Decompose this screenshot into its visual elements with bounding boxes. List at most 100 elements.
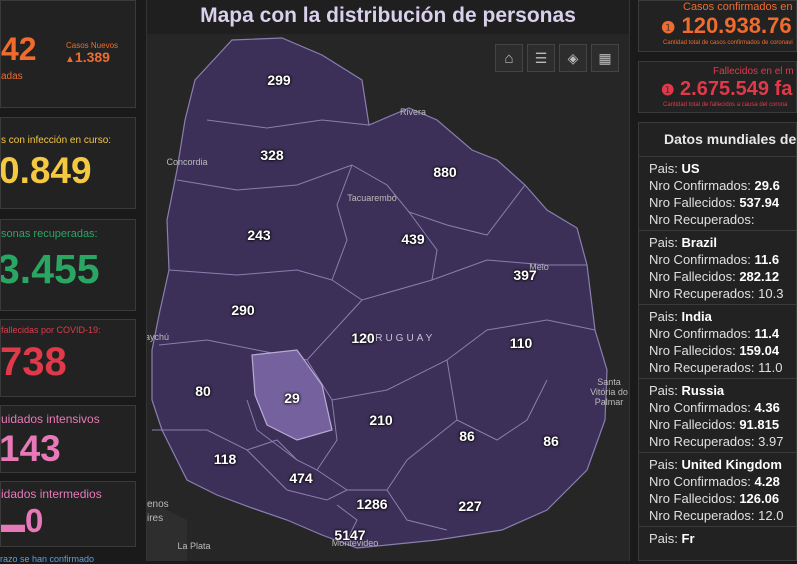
intermediate-label: idados intermedios	[1, 487, 102, 501]
recovered-key: Nro Recuperados:	[649, 508, 755, 523]
global-confirmed-label: Casos confirmados en	[683, 1, 793, 13]
world-data-panel: Datos mundiales del Pais: US Nro Confirm…	[638, 122, 797, 561]
place-label: Tacuarembó	[347, 193, 397, 203]
intermediate-number: 0	[25, 502, 44, 539]
new-cases-value: ▲1.389	[65, 49, 110, 65]
department-count[interactable]: 299	[267, 72, 290, 88]
confirmed-value: 4.28	[754, 474, 780, 489]
confirmed-partial-value: 42	[1, 31, 37, 67]
recovered-value: 3.455	[0, 246, 100, 292]
country-row: Pais: Russia	[639, 382, 796, 399]
left-footer-text: razo se han confirmado	[0, 554, 95, 564]
legend-button[interactable]: ☰	[527, 44, 555, 72]
department-count[interactable]: 290	[231, 302, 254, 318]
country-name: Brazil	[681, 235, 717, 250]
global-confirmed-caption: Cantidad total de casos confirmados de c…	[663, 40, 793, 46]
global-confirmed-number: 120.938.76	[681, 13, 792, 38]
deaths-row: Nro Fallecidos: 91.815	[639, 416, 796, 433]
department-count[interactable]: 439	[401, 231, 424, 247]
info-icon: ❶	[661, 20, 676, 37]
recovered-key: Nro Recuperados:	[649, 434, 755, 449]
recovered-value: 10.3	[758, 286, 784, 301]
place-label: aychú	[146, 332, 170, 342]
deceased-value: 738	[0, 340, 67, 384]
country-row: Pais: US	[639, 160, 796, 177]
deaths-row: Nro Fallecidos: 537.94	[639, 194, 796, 211]
recovered-label: sonas recuperadas:	[1, 228, 98, 240]
legend-list-icon: ☰	[534, 49, 548, 66]
stat-panel-active: s con infección en curso: 0.849	[0, 117, 136, 209]
place-label: Concordia	[166, 157, 208, 167]
home-button[interactable]: ⌂	[495, 44, 523, 72]
country-row: Pais: United Kingdom	[639, 456, 796, 473]
deaths-row: Nro Fallecidos: 126.06	[639, 490, 796, 507]
map-view[interactable]: Mapa con la distribución de personas ⌂ ☰…	[146, 0, 630, 561]
country-row: Pais: Brazil	[639, 234, 796, 251]
global-deaths-value: ❶ 2.675.549 fa	[661, 78, 792, 101]
recovered-key: Nro Recuperados:	[649, 212, 755, 227]
country-entry[interactable]: Pais: Brazil Nro Confirmados: 11.6 Nro F…	[639, 230, 796, 304]
recovered-row: Nro Recuperados: 12.0	[639, 507, 796, 524]
uruguay-map[interactable]	[147, 0, 629, 561]
department-count[interactable]: 110	[510, 335, 533, 351]
layers-icon: ◈	[567, 49, 579, 66]
country-entry[interactable]: Pais: Russia Nro Confirmados: 4.36 Nro F…	[639, 378, 796, 452]
department-count[interactable]: 118	[214, 451, 237, 467]
country-entry[interactable]: Pais: US Nro Confirmados: 29.6 Nro Falle…	[639, 156, 796, 230]
global-confirmed-panel: Casos confirmados en ❶ 120.938.76 Cantid…	[638, 0, 797, 52]
country-name: US	[681, 161, 700, 176]
department-count[interactable]: 474	[289, 470, 312, 486]
confirmed-row: Nro Confirmados: 4.36	[639, 399, 796, 416]
basemap-button[interactable]: ▦	[591, 44, 619, 72]
place-label: Rivera	[399, 107, 427, 117]
confirmed-partial-caption: adas	[1, 71, 23, 82]
country-row: Pais: India	[639, 308, 796, 325]
department-count[interactable]: 397	[513, 267, 536, 283]
active-label: s con infección en curso:	[1, 135, 112, 146]
confirmed-key: Nro Confirmados:	[649, 252, 751, 267]
department-count[interactable]: 243	[247, 227, 270, 243]
department-count[interactable]: 29	[284, 390, 300, 406]
country-name: Russia	[681, 383, 725, 398]
department-count[interactable]: 5147	[334, 527, 365, 543]
confirmed-key: Nro Confirmados:	[649, 178, 751, 193]
country-name: United Kingdom	[681, 457, 782, 472]
place-label: enos ires	[147, 499, 169, 524]
department-count[interactable]: 210	[369, 412, 392, 428]
map-title: Mapa con la distribución de personas	[147, 0, 629, 34]
department-count[interactable]: 86	[543, 433, 559, 449]
department-count[interactable]: 880	[433, 164, 456, 180]
confirmed-row: Nro Confirmados: 4.28	[639, 473, 796, 490]
bed-icon: ▬	[1, 511, 25, 538]
country-entry[interactable]: Pais: India Nro Confirmados: 11.4 Nro Fa…	[639, 304, 796, 378]
layers-button[interactable]: ◈	[559, 44, 587, 72]
info-icon: ❶	[661, 82, 675, 99]
place-label: Santa Vitória do Palmar	[590, 377, 628, 407]
global-deaths-label: Fallecidos en el m	[713, 66, 794, 77]
recovered-key: Nro Recuperados:	[649, 360, 755, 375]
country-key: Pais:	[649, 309, 678, 324]
country-entry[interactable]: Pais: Fr	[639, 526, 796, 549]
department-count[interactable]: 227	[458, 498, 481, 514]
world-data-title: Datos mundiales del	[664, 131, 797, 147]
place-label: La Plata	[177, 541, 211, 551]
intensive-value: 143	[0, 428, 61, 469]
department-count[interactable]: 1286	[356, 496, 387, 512]
department-count[interactable]: 86	[459, 428, 475, 444]
deaths-value: 126.06	[739, 491, 780, 506]
deceased-label: fallecidas por COVID-19:	[1, 325, 101, 335]
confirmed-key: Nro Confirmados:	[649, 400, 751, 415]
stat-panel-confirmed: 42 adas Casos Nuevos ▲1.389	[0, 0, 136, 108]
department-count[interactable]: 120	[351, 330, 374, 346]
confirmed-value: 11.6	[754, 252, 780, 267]
department-count[interactable]: 80	[195, 383, 211, 399]
confirmed-row: Nro Confirmados: 11.6	[639, 251, 796, 268]
country-entry[interactable]: Pais: United Kingdom Nro Confirmados: 4.…	[639, 452, 796, 526]
world-data-list[interactable]: Pais: US Nro Confirmados: 29.6 Nro Falle…	[639, 156, 796, 549]
stat-panel-intensive: uidados intensivos 143	[0, 405, 136, 473]
recovered-key: Nro Recuperados:	[649, 286, 755, 301]
confirmed-key: Nro Confirmados:	[649, 474, 751, 489]
intermediate-value: ▬0	[1, 502, 43, 540]
department-count[interactable]: 328	[260, 147, 283, 163]
country-row: Pais: Fr	[639, 530, 796, 547]
